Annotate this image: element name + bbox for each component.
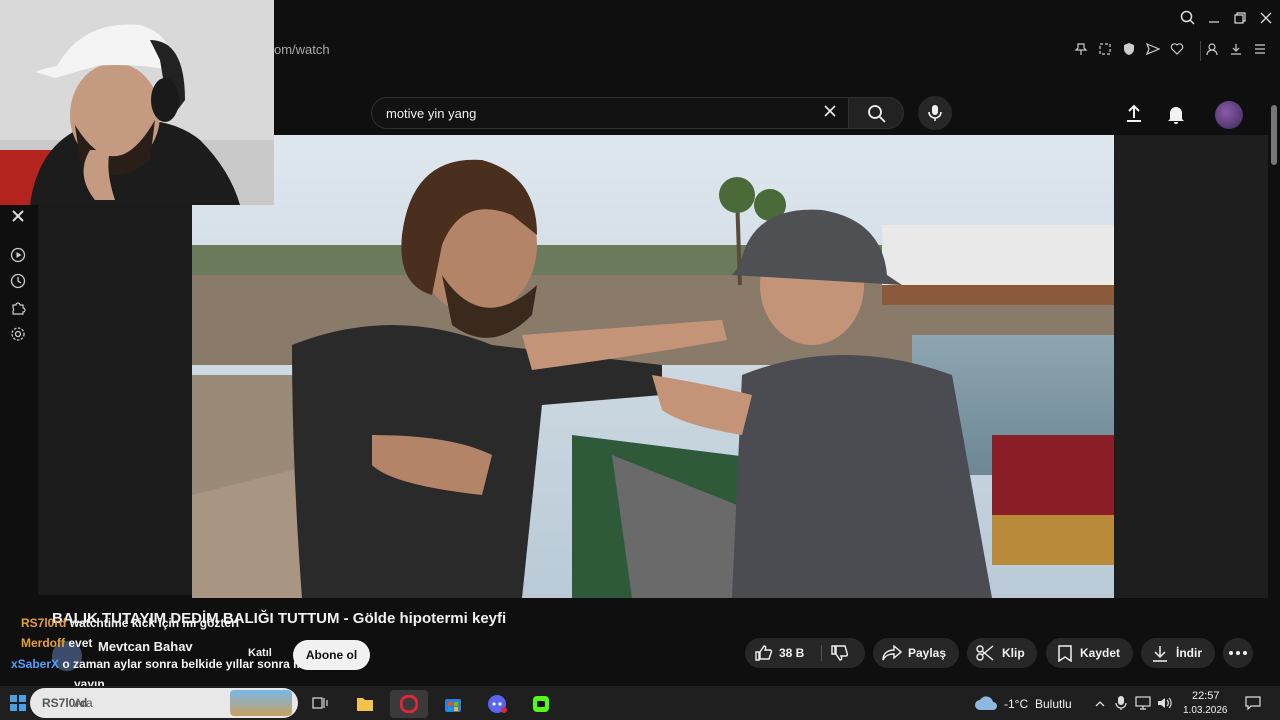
scrollbar-thumb[interactable]	[1271, 105, 1277, 165]
weather-condition[interactable]: Bulutlu	[1035, 697, 1072, 711]
clear-search-icon[interactable]	[822, 103, 838, 124]
chat-user: RS7l0rd	[21, 616, 67, 630]
search-icon[interactable]	[1179, 10, 1197, 26]
chevron-up-icon[interactable]	[1094, 697, 1106, 709]
download-button[interactable]: İndir	[1141, 638, 1215, 668]
profile-icon[interactable]	[1204, 42, 1220, 58]
x-icon[interactable]	[10, 208, 28, 226]
voice-search-button[interactable]	[918, 96, 952, 130]
share-icon	[882, 645, 902, 661]
clock-date[interactable]: 1.03.2026	[1183, 705, 1228, 716]
restore-icon[interactable]	[1231, 10, 1249, 26]
close-icon[interactable]	[1257, 10, 1275, 26]
discord-icon[interactable]	[478, 690, 516, 718]
clip-label: Klip	[1002, 646, 1025, 660]
search-highlight-image	[230, 690, 292, 716]
pin-icon[interactable]	[1073, 42, 1089, 58]
save-button[interactable]: Kaydet	[1046, 638, 1133, 668]
play-icon[interactable]	[10, 247, 28, 265]
network-icon[interactable]	[1135, 696, 1151, 710]
heart-icon[interactable]	[1169, 42, 1185, 58]
minimize-icon[interactable]	[1205, 10, 1223, 26]
clip-button[interactable]: Klip	[967, 638, 1037, 668]
microphone-icon	[928, 105, 942, 121]
bell-icon[interactable]	[1165, 103, 1187, 125]
share-button[interactable]: Paylaş	[873, 638, 959, 668]
send-icon[interactable]	[1145, 42, 1161, 58]
download-icon	[1153, 646, 1167, 662]
clock-time[interactable]: 22:57	[1192, 690, 1220, 702]
like-divider	[821, 645, 822, 661]
opera-browser-icon[interactable]	[390, 690, 428, 718]
shield-icon[interactable]	[1121, 42, 1137, 58]
taskbar-search-placeholder: Ara	[74, 696, 93, 710]
search-input[interactable]: motive yin yang	[371, 97, 848, 129]
microphone-icon[interactable]	[1115, 695, 1127, 711]
more-icon	[1229, 651, 1247, 655]
notification-icon[interactable]	[1245, 695, 1261, 711]
cloud-icon	[974, 695, 998, 711]
save-label: Kaydet	[1080, 646, 1121, 660]
volume-icon[interactable]	[1157, 696, 1173, 710]
url-text[interactable]: om/watch	[274, 42, 330, 57]
video-frame-image	[192, 135, 1114, 598]
chat-text: watchtime kick için mi gözteri	[69, 616, 240, 630]
like-count[interactable]: 38 B	[779, 638, 804, 668]
download-label: İndir	[1176, 646, 1202, 660]
download-icon[interactable]	[1228, 42, 1244, 58]
weather-temperature[interactable]: -1°C	[1004, 697, 1028, 711]
scissors-icon	[976, 645, 994, 661]
history-icon[interactable]	[10, 273, 28, 291]
webcam-overlay	[0, 0, 274, 205]
toolbar-divider	[1200, 41, 1201, 61]
microsoft-store-icon[interactable]	[434, 690, 472, 718]
windows-start-icon[interactable]	[10, 695, 26, 711]
chat-user: xSaberX	[11, 657, 60, 671]
dislike-icon[interactable]	[831, 645, 849, 661]
gear-icon[interactable]	[10, 326, 28, 344]
windows-taskbar: RS7l0rd Ara -1°C Bulutlu 22:57 1.03.2026	[0, 686, 1280, 720]
chat-text: evet	[68, 636, 93, 650]
page-scrollbar[interactable]	[1268, 95, 1280, 685]
file-explorer-icon[interactable]	[346, 690, 384, 718]
streamer-webcam-image	[0, 0, 274, 205]
left-ambient-panel	[38, 205, 192, 595]
channel-name[interactable]: Mevtcan Bahav	[98, 639, 193, 654]
like-icon[interactable]	[755, 645, 773, 661]
chat-message: xSaberX o zaman aylar sonra belkide yıll…	[11, 657, 306, 671]
side-panel-rail	[0, 205, 38, 595]
more-actions-button[interactable]	[1223, 638, 1253, 668]
chat-message: Merdoff evet	[21, 636, 92, 650]
kick-app-icon[interactable]	[522, 690, 560, 718]
search-icon	[868, 105, 886, 123]
chat-user: Merdoff	[21, 636, 65, 650]
taskbar-search[interactable]: RS7l0rd Ara	[30, 688, 298, 718]
bookmark-icon	[1058, 645, 1072, 662]
task-view-icon[interactable]	[312, 696, 328, 710]
avatar[interactable]	[1215, 101, 1243, 129]
screenshot-icon[interactable]	[1097, 42, 1113, 58]
right-ambient-panel	[1114, 135, 1268, 598]
upload-icon[interactable]	[1123, 103, 1145, 125]
chat-text: o zaman aylar sonra belkide yıllar sonra…	[62, 657, 307, 671]
chat-message: RS7l0rd watchtime kick için mi gözteri	[21, 616, 239, 630]
like-dislike-group: 38 B	[745, 638, 865, 668]
puzzle-icon[interactable]	[10, 300, 28, 318]
menu-icon[interactable]	[1252, 42, 1268, 58]
search-button[interactable]	[848, 97, 904, 129]
share-label: Paylaş	[908, 646, 947, 660]
video-player[interactable]	[192, 135, 1114, 598]
search-query[interactable]: motive yin yang	[386, 106, 476, 121]
